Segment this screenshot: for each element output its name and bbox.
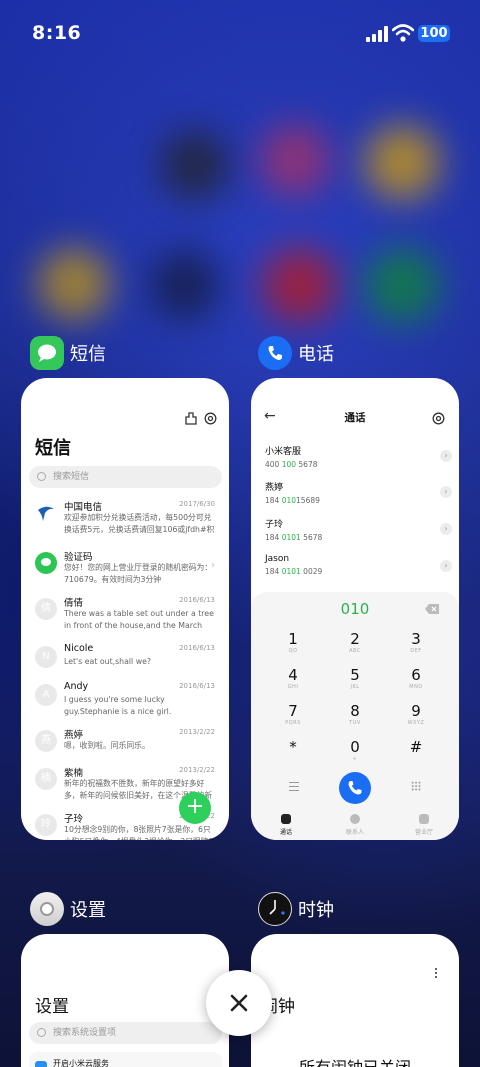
recent-card-phone[interactable]: ← 通话 小米客服 400 100 5678 › 燕婷 184 01015689… <box>251 378 459 840</box>
search-placeholder: 搜索系统设置项 <box>53 1028 117 1038</box>
avatar: 燕 <box>35 730 57 752</box>
dial-key[interactable]: * <box>268 738 318 756</box>
tab-calls[interactable]: 通话 <box>261 814 311 836</box>
settings-row-label: 开启小米云服务 <box>53 1059 109 1067</box>
call-button[interactable] <box>339 772 371 804</box>
signal-icon <box>366 26 388 42</box>
avatar: N <box>35 646 57 668</box>
wallpaper-blur <box>262 248 337 323</box>
avatar: 楠 <box>35 768 57 790</box>
phone-tab-icon <box>281 814 291 824</box>
page-title: 设置 <box>35 997 69 1017</box>
dialpad: 010 1 QO 2 ABC 3 DEF 4 GHI 5 JKL 6 MNO 7 PQRS 8… <box>251 592 459 840</box>
contact-row[interactable]: Jason 184 0101 0029 › <box>265 554 452 576</box>
list-item[interactable]: A Andy 2016/6/13 I guess you're some luc… <box>21 681 229 730</box>
tab-contacts[interactable]: 联系人 <box>330 814 380 836</box>
wifi-icon <box>392 24 414 42</box>
search-input[interactable]: 搜索系统设置项 <box>29 1022 222 1044</box>
dial-key[interactable]: 5 JKL <box>330 666 380 690</box>
search-icon <box>37 1028 46 1037</box>
contact-row[interactable]: 子玲 184 0101 5678 › <box>265 517 452 542</box>
service-tab-icon <box>419 814 429 824</box>
empty-state-text: 所有闹钟已关闭 <box>251 1054 459 1067</box>
app-name: 短信 <box>70 344 106 365</box>
clock-app-icon <box>258 892 292 926</box>
wallpaper-blur <box>365 248 440 323</box>
wallpaper-blur <box>260 125 330 195</box>
wallpaper-blur <box>365 125 440 200</box>
cloud-icon <box>35 1061 47 1067</box>
close-icon <box>230 994 248 1012</box>
status-time: 8:16 <box>32 22 82 44</box>
keypad-toggle-icon[interactable] <box>411 781 421 791</box>
more-options-icon[interactable] <box>435 968 438 978</box>
avatar: A <box>35 684 57 706</box>
wallpaper-blur <box>160 130 230 200</box>
sms-avatar-icon <box>35 552 57 574</box>
search-placeholder: 搜索短信 <box>53 472 90 482</box>
dial-key[interactable]: 2 ABC <box>330 630 380 654</box>
dial-key[interactable]: 3 DEF <box>391 630 441 654</box>
list-item[interactable]: 中国电信 2017/6/30 欢迎参加积分兑换话费活动，每500分可兑换话费5元… <box>21 500 229 548</box>
page-title: 短信 <box>35 438 71 459</box>
chevron-right-icon[interactable]: › <box>440 450 452 462</box>
recent-card-messages[interactable]: 短信 搜索短信 中国电信 2017/6/30 欢迎参加积分兑换话费活动，每500… <box>21 378 229 840</box>
chevron-right-icon[interactable]: › <box>440 523 452 535</box>
app-label-phone[interactable]: 电话 <box>258 336 334 370</box>
gear-icon[interactable] <box>432 412 445 425</box>
battery-indicator: 100 <box>418 25 450 42</box>
recent-card-settings[interactable]: 设置 搜索系统设置项 开启小米云服务 <box>21 934 229 1067</box>
page-title: 通话 <box>344 412 366 424</box>
phone-app-icon <box>258 336 292 370</box>
app-name: 设置 <box>70 900 106 921</box>
contacts-tab-icon <box>350 814 360 824</box>
list-item[interactable]: 倩 倩倩 2016/6/13 There was a table set out… <box>21 596 229 644</box>
search-input[interactable]: 搜索短信 <box>29 466 222 488</box>
dial-key[interactable]: 4 GHI <box>268 666 318 690</box>
gear-icon[interactable] <box>204 412 217 425</box>
app-label-settings[interactable]: 设置 <box>30 892 106 926</box>
dial-key[interactable]: 8 TUV <box>330 702 380 726</box>
dial-key[interactable]: 9 WXYZ <box>391 702 441 726</box>
avatar: 玲 <box>35 814 57 836</box>
status-bar: 8:16 100 <box>0 0 480 68</box>
settings-app-icon <box>30 892 64 926</box>
dial-key[interactable]: 7 PQRS <box>268 702 318 726</box>
chevron-right-icon[interactable]: › <box>440 486 452 498</box>
backspace-icon[interactable] <box>425 604 439 614</box>
china-telecom-logo <box>38 506 54 521</box>
dial-key[interactable]: 0 + <box>330 738 380 762</box>
tab-service-hall[interactable]: 营业厅 <box>399 814 449 836</box>
clean-icon[interactable] <box>185 412 197 425</box>
app-label-messages[interactable]: 短信 <box>30 336 106 370</box>
dial-key[interactable]: 1 QO <box>268 630 318 654</box>
messages-app-icon <box>30 336 64 370</box>
app-name: 电话 <box>298 344 334 365</box>
dial-key[interactable]: 6 MNO <box>391 666 441 690</box>
contact-row[interactable]: 燕婷 184 01015689 › <box>265 480 452 505</box>
list-item[interactable]: 验证码 您好！您的网上营业厅登录的随机密码为：710679。有效时间为3分钟 › <box>21 552 229 598</box>
wallpaper-blur <box>150 250 220 320</box>
wallpaper-blur <box>38 248 110 320</box>
clear-all-button[interactable] <box>206 970 272 1036</box>
search-icon <box>37 472 46 481</box>
chevron-right-icon[interactable]: › <box>440 560 452 572</box>
chevron-right-icon: › <box>211 560 215 571</box>
app-label-clock[interactable]: 时钟 <box>258 892 334 926</box>
app-name: 时钟 <box>298 900 334 921</box>
menu-icon[interactable] <box>289 782 299 791</box>
settings-row[interactable]: 开启小米云服务 <box>29 1052 222 1067</box>
avatar: 倩 <box>35 598 57 620</box>
dial-key[interactable]: # <box>391 738 441 756</box>
recent-card-clock[interactable]: 闹钟 所有闹钟已关闭 <box>251 934 459 1067</box>
compose-button[interactable]: + <box>179 792 211 824</box>
contact-row[interactable]: 小米客服 400 100 5678 › <box>265 444 452 469</box>
